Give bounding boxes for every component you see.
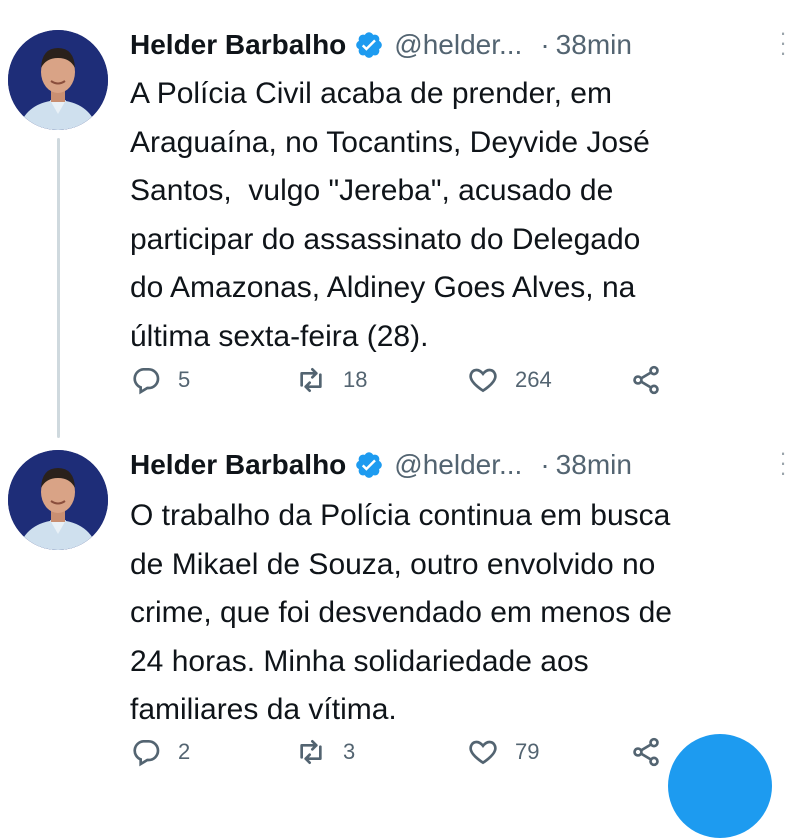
retweet-count: 3 <box>343 739 356 764</box>
retweet-icon <box>300 368 322 392</box>
tweet-text: A Polícia Civil acaba de prender, em Ara… <box>130 77 650 353</box>
more-vertical-icon[interactable]: · · · <box>778 22 788 64</box>
avatar[interactable] <box>8 30 108 130</box>
tweet-text: O trabalho da Polícia continua em busca … <box>130 499 672 726</box>
timestamp[interactable]: 38min <box>556 449 632 481</box>
reply-icon <box>133 740 160 767</box>
retweet-count: 18 <box>343 367 368 392</box>
more-vertical-icon[interactable]: · · · <box>778 442 788 484</box>
avatar[interactable] <box>8 450 108 550</box>
tweet-header: Helder Barbalho @helder... · 38min · · · <box>130 22 787 68</box>
like-count: 79 <box>515 739 540 764</box>
author-name[interactable]: Helder Barbalho <box>130 29 346 61</box>
author-name[interactable]: Helder Barbalho <box>130 449 346 481</box>
tweet-header: Helder Barbalho @helder... · 38min · · · <box>130 442 787 488</box>
reply-count: 2 <box>178 739 191 764</box>
like-count: 264 <box>515 367 552 392</box>
verified-badge-icon <box>354 30 384 60</box>
retweet-icon <box>300 740 322 764</box>
compose-fab[interactable] <box>668 734 772 838</box>
retweet-button[interactable]: 18 <box>295 360 367 400</box>
tweet-2[interactable]: Helder Barbalho @helder... · 38min · · · O… <box>0 424 800 781</box>
heart-icon <box>469 368 497 393</box>
share-button[interactable] <box>630 732 662 772</box>
share-button[interactable] <box>630 360 662 400</box>
like-button[interactable]: 264 <box>467 360 552 400</box>
reply-button[interactable]: 5 <box>130 360 190 400</box>
separator-dot: · <box>540 449 550 480</box>
tweet-1[interactable]: Helder Barbalho @helder... · 38min · · · A… <box>0 0 800 420</box>
like-button[interactable]: 79 <box>467 732 539 772</box>
separator-dot: · <box>540 29 550 60</box>
retweet-button[interactable]: 3 <box>295 732 355 772</box>
verified-badge-icon <box>354 450 384 480</box>
author-handle[interactable]: @helder... <box>394 449 522 481</box>
share-icon <box>633 365 659 395</box>
share-icon <box>633 737 659 767</box>
heart-icon <box>469 740 497 765</box>
reply-button[interactable]: 2 <box>130 732 190 772</box>
reply-count: 5 <box>178 367 191 392</box>
timestamp[interactable]: 38min <box>556 29 632 61</box>
author-handle[interactable]: @helder... <box>394 29 522 61</box>
reply-icon <box>133 368 160 395</box>
